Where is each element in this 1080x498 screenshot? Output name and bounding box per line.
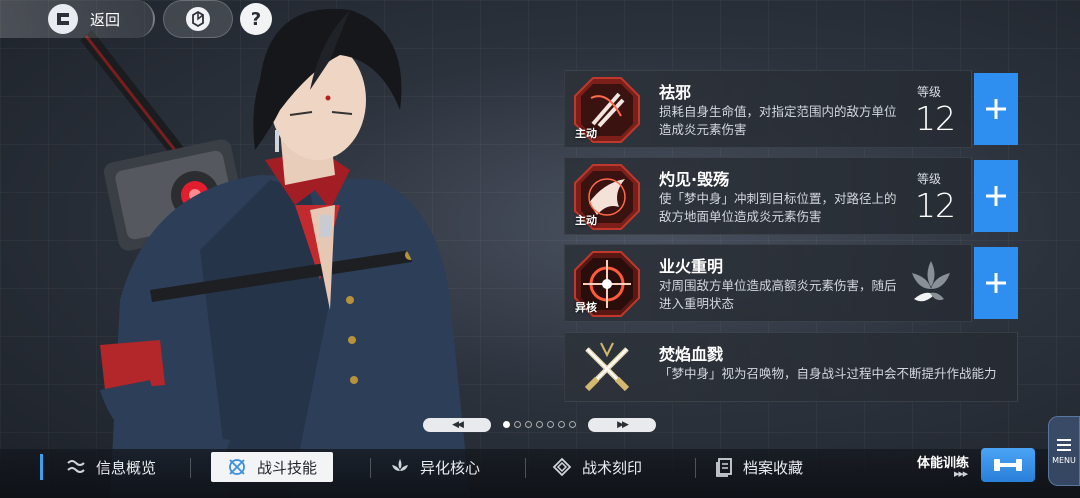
skill-tag: 主动: [575, 127, 597, 140]
passive-name: 焚焰血戮: [659, 345, 724, 364]
leaf-core-icon: [392, 459, 408, 471]
page-dot[interactable]: [525, 421, 532, 428]
tab-label: 战斗技能: [257, 458, 318, 477]
page-dot[interactable]: [558, 421, 565, 428]
skill-card-2[interactable]: 主动 灼见·毁殇 使「梦中身」冲刺到目标位置，对路径上的敌方地面单位造成炎元素伤…: [564, 157, 972, 235]
skill-name: 灼见·毁殇: [659, 170, 730, 189]
tab-label: 异化核心: [420, 458, 481, 477]
nav-divider: [190, 458, 191, 478]
plus-icon: [986, 99, 1006, 119]
tab-alien-core[interactable]: 异化核心: [390, 452, 480, 482]
training-arrows: ▶▶▶: [954, 470, 968, 478]
file-icon: [716, 458, 732, 477]
skill-name: 业火重明: [659, 257, 724, 276]
nav-divider: [370, 458, 371, 478]
skill-desc: 对周围敌方单位造成高额炎元素伤害，随后进入重明状态: [659, 278, 897, 311]
training-button[interactable]: [981, 448, 1035, 482]
alien-core-mark-icon: [912, 261, 950, 302]
nav-divider: [525, 458, 526, 478]
tab-label: 战术刻印: [582, 458, 643, 477]
tab-label: 信息概览: [96, 458, 157, 477]
nav-accent-bar: [40, 454, 43, 480]
tab-label: 档案收藏: [743, 458, 804, 477]
next-page-button[interactable]: ▶▶: [588, 418, 656, 432]
level-value: 12: [915, 186, 956, 225]
tab-combat-skills[interactable]: 战斗技能: [211, 452, 334, 482]
upgrade-button-2[interactable]: [974, 160, 1018, 232]
skill-desc: 使「梦中身」冲刺到目标位置，对路径上的敌方地面单位造成炎元素伤害: [659, 191, 897, 224]
skill-tag: 异核: [575, 301, 597, 314]
character-illustration: [80, 8, 470, 498]
back-label: 返回: [90, 10, 121, 29]
page-dot[interactable]: [514, 421, 521, 428]
skill-card-1[interactable]: 主动 祛邪 损耗自身生命值，对指定范围内的敌方单位造成炎元素伤害 等级 12: [564, 70, 972, 148]
tab-tactical-imprint[interactable]: 战术刻印: [552, 452, 642, 482]
diamond-frame-icon: [552, 457, 572, 477]
nav-divider: [695, 458, 696, 478]
cube-icon: [186, 7, 210, 31]
plus-icon: [986, 186, 1006, 206]
training-label: 体能训练: [917, 456, 970, 471]
cube-button[interactable]: [163, 0, 233, 38]
tab-info-overview[interactable]: 信息概览: [66, 452, 156, 482]
page-dots: [503, 421, 576, 428]
upgrade-button-3[interactable]: [974, 247, 1018, 319]
crossed-swords-icon: [584, 342, 630, 392]
page-dot[interactable]: [547, 421, 554, 428]
prev-page-button[interactable]: ◀◀: [423, 418, 491, 432]
skill-card-3[interactable]: 异核 业火重明 对周围敌方单位造成高额炎元素伤害，随后进入重明状态: [564, 244, 972, 322]
page-dot[interactable]: [536, 421, 543, 428]
menu-label: MENU: [1052, 455, 1076, 465]
skill-tag: 主动: [575, 214, 597, 227]
crossed-circle-icon: [229, 459, 245, 475]
tab-archive-collection[interactable]: 档案收藏: [715, 452, 803, 482]
skill-desc: 损耗自身生命值，对指定范围内的敌方单位造成炎元素伤害: [659, 104, 897, 137]
page-dot[interactable]: [569, 421, 576, 428]
skill-name: 祛邪: [659, 83, 692, 102]
app-logo-icon: [48, 4, 78, 34]
upgrade-button-1[interactable]: [974, 73, 1018, 145]
menu-icon: [1057, 438, 1071, 451]
level-label: 等级: [917, 172, 942, 186]
passive-desc: 「梦中身」视为召唤物，自身战斗过程中会不断提升作战能力: [659, 366, 997, 381]
wave-icon: [67, 460, 85, 473]
menu-button[interactable]: MENU: [1048, 416, 1080, 486]
passive-skill-card[interactable]: 焚焰血戮 「梦中身」视为召唤物，自身战斗过程中会不断提升作战能力: [564, 332, 1018, 402]
level-label: 等级: [917, 85, 942, 99]
level-value: 12: [915, 99, 956, 138]
page-dot[interactable]: [503, 421, 510, 428]
plus-icon: [986, 273, 1006, 293]
back-button[interactable]: 返回: [0, 0, 155, 38]
dumbbell-icon: [994, 459, 1022, 471]
help-button[interactable]: ?: [240, 3, 272, 35]
